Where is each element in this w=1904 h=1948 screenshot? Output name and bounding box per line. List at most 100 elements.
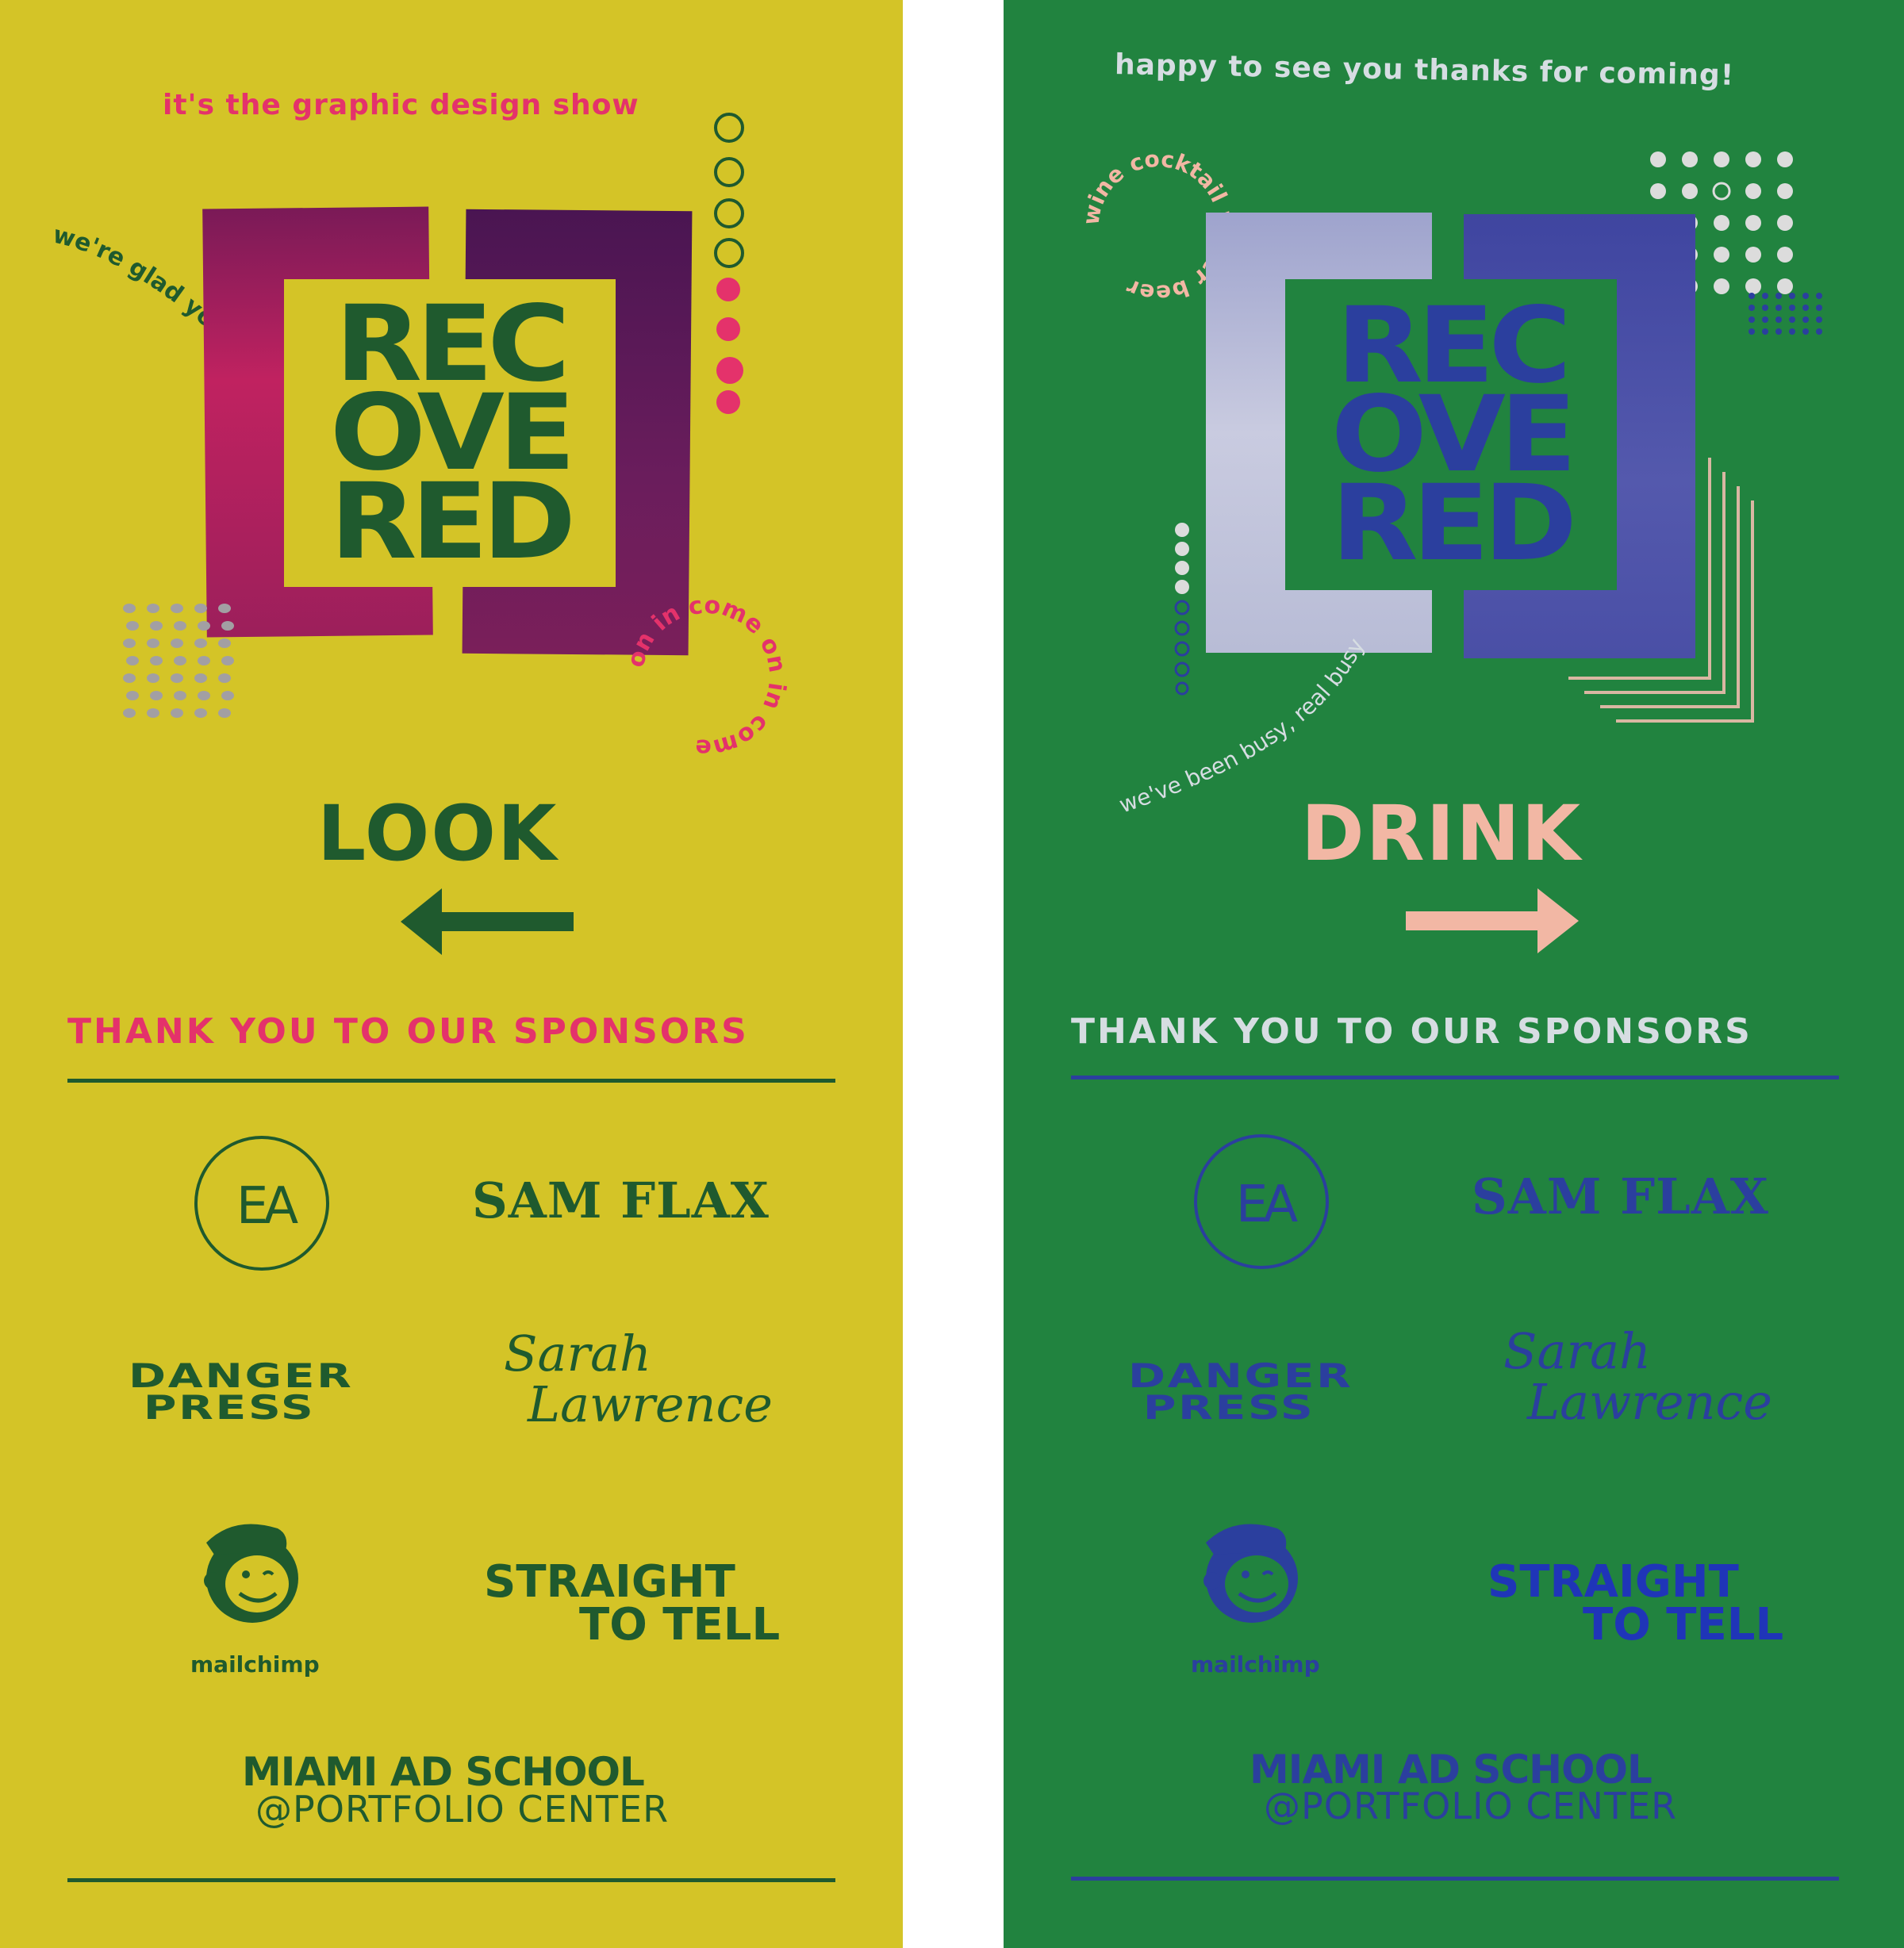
grid-dot — [1745, 215, 1761, 231]
divider-bottom — [1071, 1877, 1839, 1881]
grid-dot — [194, 638, 207, 648]
grid-dot — [147, 708, 159, 718]
grid-dot — [1789, 328, 1795, 335]
grid-dot — [150, 691, 163, 700]
grid-dot — [1775, 316, 1782, 323]
tagline-top: happy to see you thanks for coming! — [1114, 48, 1735, 92]
straight-to-tell-line-2: TO TELL — [1583, 1599, 1784, 1651]
sarah-lawrence-logo: Sarah Lawrence — [504, 1329, 773, 1430]
divider-bottom — [67, 1878, 835, 1882]
mailchimp-freddie-icon — [204, 1524, 298, 1623]
grid-dot — [1816, 293, 1822, 299]
grid-dot — [1650, 183, 1666, 199]
straight-to-tell-line-1: STRAIGHT — [484, 1556, 735, 1608]
grid-dot — [1789, 293, 1795, 299]
grid-dot — [1714, 215, 1729, 231]
logo-line-3: RED — [1330, 462, 1577, 585]
grid-dot — [1802, 293, 1809, 299]
grid-dot — [174, 691, 186, 700]
grid-dot — [1762, 305, 1768, 311]
grid-dot — [1762, 328, 1768, 335]
grid-dot — [1745, 183, 1761, 199]
direction-word: LOOK — [317, 789, 559, 878]
grid-dot — [1714, 247, 1729, 263]
grid-dot — [1802, 316, 1809, 323]
grid-dot — [123, 604, 136, 613]
small-blue-dot-grid — [1749, 293, 1822, 335]
grid-dot — [1745, 151, 1761, 167]
grid-dot — [218, 708, 231, 718]
recovered-logo: REC OVE RED — [284, 279, 616, 587]
portfolio-center-label: @PORTFOLIO CENTER — [255, 1788, 670, 1831]
grid-dot — [1682, 183, 1698, 199]
straight-to-tell-logo: STRAIGHT TO TELL — [484, 1556, 780, 1647]
mailchimp-label: mailchimp — [190, 1651, 320, 1678]
grid-dot — [1650, 151, 1666, 167]
grid-dot — [1714, 278, 1729, 294]
poster-look: it's the graphic design show we're glad … — [0, 0, 903, 1948]
sarah-lawrence-logo: Sarah Lawrence — [1503, 1326, 1772, 1428]
sarah-lawrence-line-1: Sarah — [504, 1325, 651, 1382]
grid-dot — [174, 656, 186, 665]
grid-dot — [1777, 215, 1793, 231]
logo-line-3: RED — [329, 461, 576, 583]
grid-dot — [147, 604, 159, 613]
grid-dot — [1802, 328, 1809, 335]
poster-drink: happy to see you thanks for coming! wine… — [1004, 0, 1904, 1948]
grid-dot — [198, 656, 210, 665]
grid-dot — [1714, 151, 1729, 167]
divider-top — [67, 1079, 835, 1083]
grid-dot — [123, 708, 136, 718]
grid-dot — [194, 604, 207, 613]
grid-dot — [126, 656, 139, 665]
arrow-right-icon — [1406, 888, 1579, 953]
tagline-top: it's the graphic design show — [163, 89, 639, 121]
sponsors-heading: THANK YOU TO OUR SPONSORS — [1071, 1011, 1752, 1052]
grid-dot — [171, 638, 183, 648]
grid-dot — [171, 708, 183, 718]
danger-press-logo: DANGER PRESS — [129, 1356, 354, 1427]
corner-lines — [1568, 458, 1754, 723]
grid-dot — [218, 604, 231, 613]
grid-dot — [218, 638, 231, 648]
grid-dot — [150, 621, 163, 631]
sponsors-heading: THANK YOU TO OUR SPONSORS — [67, 1011, 749, 1052]
grid-dot — [1749, 316, 1755, 323]
grid-dot — [1789, 305, 1795, 311]
grid-dot — [174, 621, 186, 631]
straight-to-tell-line-1: STRAIGHT — [1488, 1556, 1739, 1608]
danger-press-line-2: PRESS — [143, 1388, 316, 1427]
portfolio-center-label: @PORTFOLIO CENTER — [1264, 1785, 1678, 1827]
grid-dot — [1762, 293, 1768, 299]
grid-dot — [150, 656, 163, 665]
grid-dot — [221, 656, 234, 665]
ea-logo: EA — [1194, 1134, 1329, 1269]
grid-dot — [221, 691, 234, 700]
ea-logo: EA — [194, 1136, 329, 1271]
sam-flax-logo: SAM FLAX — [472, 1171, 770, 1229]
grid-dot — [171, 604, 183, 613]
divider-top — [1071, 1076, 1839, 1079]
grid-dot — [1802, 305, 1809, 311]
grid-dot — [1749, 305, 1755, 311]
mailchimp-freddie-icon — [1203, 1524, 1298, 1623]
grid-dot — [171, 673, 183, 683]
grid-dot — [1816, 305, 1822, 311]
grid-dot — [123, 673, 136, 683]
sarah-lawrence-line-1: Sarah — [1503, 1322, 1651, 1380]
grey-dot-grid — [123, 604, 234, 718]
grid-dot — [147, 673, 159, 683]
grid-dot — [147, 638, 159, 648]
grid-dot — [194, 673, 207, 683]
grid-dot — [1775, 328, 1782, 335]
grid-dot — [1816, 328, 1822, 335]
straight-to-tell-logo: STRAIGHT TO TELL — [1488, 1556, 1784, 1651]
grid-dot — [1762, 316, 1768, 323]
danger-press-line-2: PRESS — [1142, 1388, 1315, 1427]
arrow-left-icon — [401, 888, 574, 955]
grid-dot — [1775, 305, 1782, 311]
danger-press-line-1: DANGER — [1128, 1356, 1353, 1395]
grid-dot — [126, 621, 139, 631]
sarah-lawrence-line-2: Lawrence — [528, 1375, 773, 1433]
danger-press-line-1: DANGER — [129, 1356, 354, 1395]
